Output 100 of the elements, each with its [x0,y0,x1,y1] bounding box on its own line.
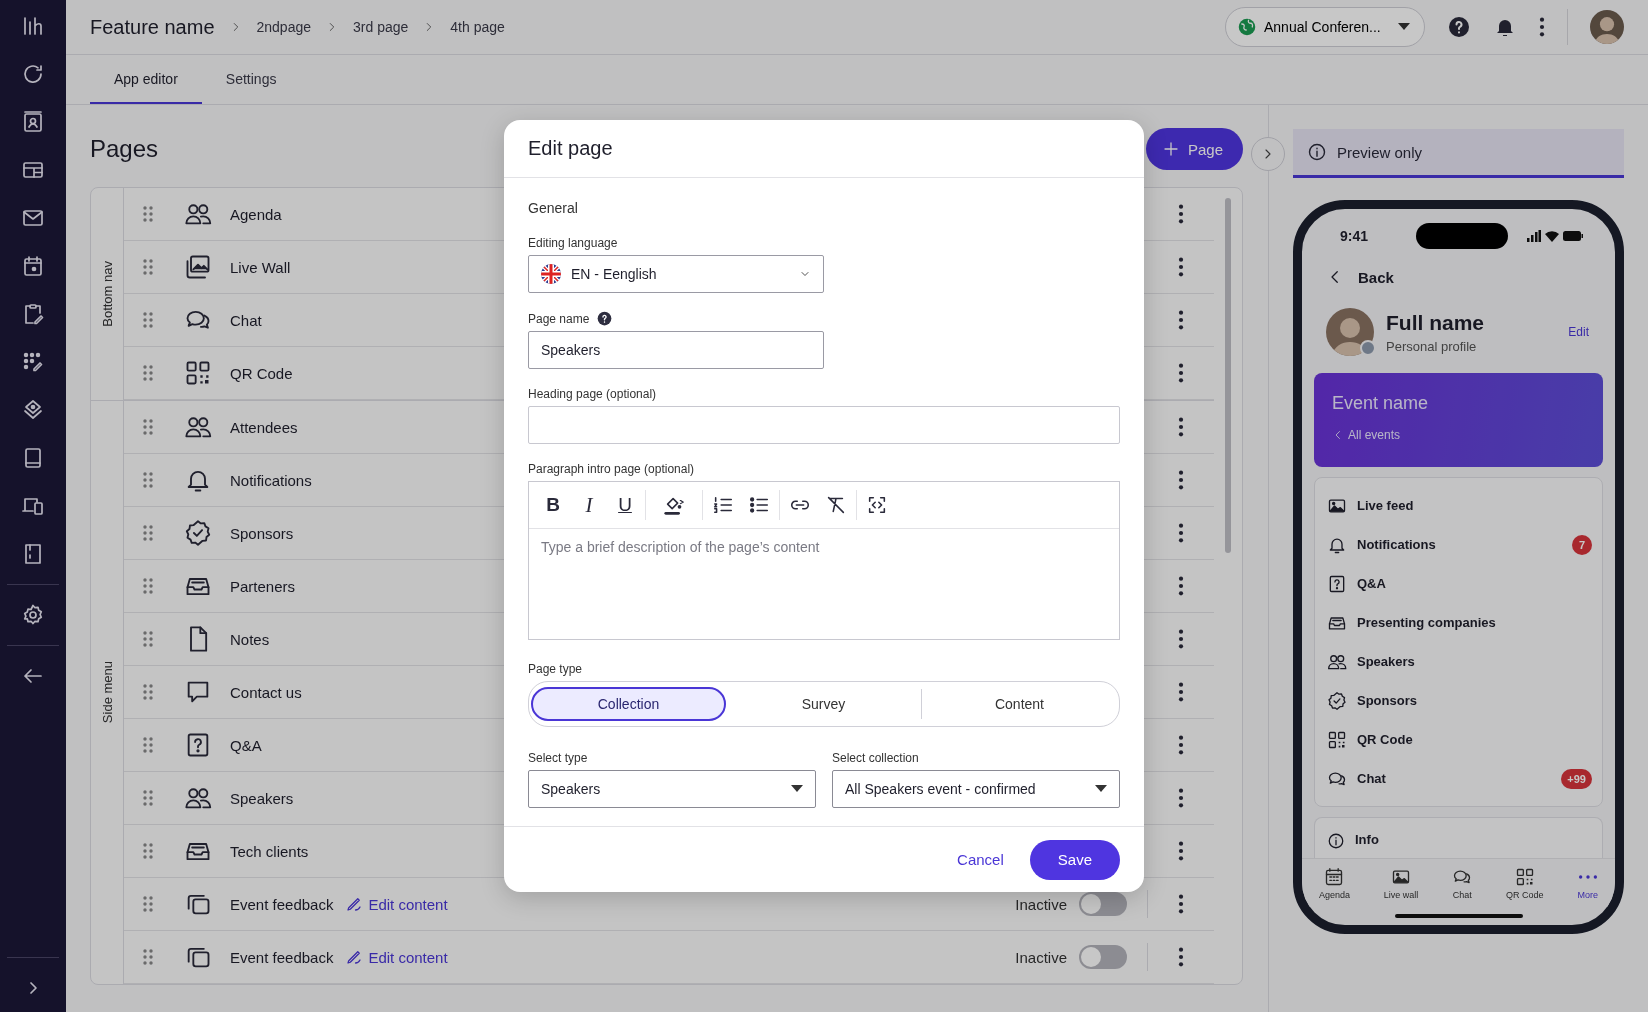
bottom-nav-item[interactable]: Agenda [1318,866,1350,900]
drag-handle-icon[interactable] [142,630,154,648]
page-name: Notifications [230,471,312,489]
more-vertical-icon[interactable] [1539,17,1545,37]
drag-handle-icon[interactable] [142,524,154,542]
edit-content-link[interactable]: Edit content [345,895,448,913]
heading-field[interactable] [528,406,1120,445]
back-link[interactable]: Back [1358,268,1394,286]
more-vertical-icon[interactable] [1178,735,1184,755]
more-vertical-icon[interactable] [1178,788,1184,808]
bottom-nav-item[interactable]: More [1577,866,1599,900]
status-time: 9:41 [1340,228,1370,244]
more-vertical-icon[interactable] [1178,204,1184,224]
drag-handle-icon[interactable] [142,577,154,595]
page-title: Feature name [90,15,215,39]
more-vertical-icon[interactable] [1178,363,1184,383]
menu-item[interactable]: Sponsors [1357,693,1417,708]
layers-icon[interactable] [21,398,45,422]
qr-code-icon [1514,866,1535,887]
drag-handle-icon[interactable] [142,895,154,913]
drag-handle-icon[interactable] [142,258,154,276]
collection-select[interactable]: All Speakers event - confirmed [832,770,1120,809]
event-selector[interactable]: Annual Conferen... [1225,7,1425,47]
count-badge: 7 [1572,534,1592,555]
drag-handle-icon[interactable] [142,364,154,382]
presence-dot [1360,340,1376,356]
more-icon [1577,873,1598,880]
drag-handle-icon[interactable] [142,683,154,701]
format-button[interactable]: U [607,489,643,522]
more-vertical-icon[interactable] [1178,841,1184,861]
refresh-icon[interactable] [21,62,45,86]
drag-handle-icon[interactable] [142,789,154,807]
description-field[interactable]: Type a brief description of the page’s content [529,529,1119,640]
breadcrumb-link[interactable]: 3rd page [353,19,409,35]
drag-handle-icon[interactable] [142,311,154,329]
segment-option[interactable]: Content [922,687,1117,722]
page-name-field[interactable]: Speakers [528,331,824,370]
language-select[interactable]: EN - Eenglish [528,255,824,294]
tab[interactable]: App editor [90,55,202,104]
drag-handle-icon[interactable] [142,471,154,489]
format-button[interactable]: I [571,489,607,522]
add-page-button[interactable]: Page [1145,128,1243,170]
profile-subtitle: Personal profile [1386,338,1478,354]
more-vertical-icon[interactable] [1178,310,1184,330]
dialog-title: Edit page [528,137,613,161]
save-button[interactable]: Save [1029,839,1120,880]
menu-item[interactable]: Q&A [1357,576,1386,591]
count-badge: +99 [1561,768,1592,789]
drag-handle-icon[interactable] [142,205,154,223]
more-vertical-icon[interactable] [1178,894,1184,914]
banner-text: Preview only [1337,143,1423,161]
help-icon[interactable] [1447,15,1471,39]
scrollbar[interactable] [1225,198,1231,553]
all-events-link[interactable]: All events [1332,428,1585,442]
event-title: Event name [1332,393,1430,414]
menu-item[interactable]: Live feed [1357,498,1414,513]
calendar-icon[interactable] [21,254,45,278]
more-vertical-icon[interactable] [1178,470,1184,490]
contact-card-icon[interactable] [21,110,45,134]
bottom-nav-item[interactable]: QR Code [1506,866,1544,900]
edit-content-link[interactable]: Edit content [345,948,448,966]
drag-handle-icon[interactable] [142,948,154,966]
more-vertical-icon[interactable] [1178,523,1184,543]
menu-item[interactable]: Notifications [1357,537,1436,552]
menu-item[interactable]: Chat [1357,771,1386,786]
gear-icon[interactable] [21,603,45,627]
tab[interactable]: Settings [201,55,301,104]
bottom-nav-item[interactable]: Live wall [1383,866,1419,900]
menu-item[interactable]: Info [1355,832,1379,847]
format-button[interactable]: B [535,489,571,522]
type-select[interactable]: Speakers [528,770,816,809]
page-name: Notes [230,630,270,648]
toggle-switch[interactable] [1079,945,1127,969]
segment-option[interactable]: Collection [531,687,726,722]
cancel-button[interactable]: Cancel [951,850,1010,870]
avatar [1326,308,1374,356]
breadcrumb-link[interactable]: 2ndpage [256,19,312,35]
more-vertical-icon[interactable] [1178,417,1184,437]
help-icon[interactable] [597,311,613,327]
more-vertical-icon[interactable] [1178,682,1184,702]
drag-handle-icon[interactable] [142,736,154,754]
menu-item[interactable]: Presenting companies [1357,615,1496,630]
edit-link[interactable]: Edit [1568,325,1589,339]
qr-code-icon [1327,729,1347,750]
calendar-icon [1324,866,1345,887]
dot-grid-icon[interactable] [21,350,45,374]
menu-item[interactable]: Speakers [1357,654,1415,669]
drag-handle-icon[interactable] [142,418,154,436]
drag-handle-icon[interactable] [142,842,154,860]
segment-option[interactable]: Survey [726,687,921,722]
more-vertical-icon[interactable] [1178,576,1184,596]
check-badge-icon [184,519,212,547]
breadcrumb-link[interactable]: 4th page [450,19,505,35]
menu-item[interactable]: QR Code [1357,732,1413,747]
more-vertical-icon[interactable] [1178,257,1184,277]
field-label: Page name [528,311,590,326]
bottom-nav-item[interactable]: Chat [1452,866,1473,900]
more-vertical-icon[interactable] [1178,947,1184,967]
more-vertical-icon[interactable] [1178,629,1184,649]
toggle-switch[interactable] [1079,892,1127,916]
